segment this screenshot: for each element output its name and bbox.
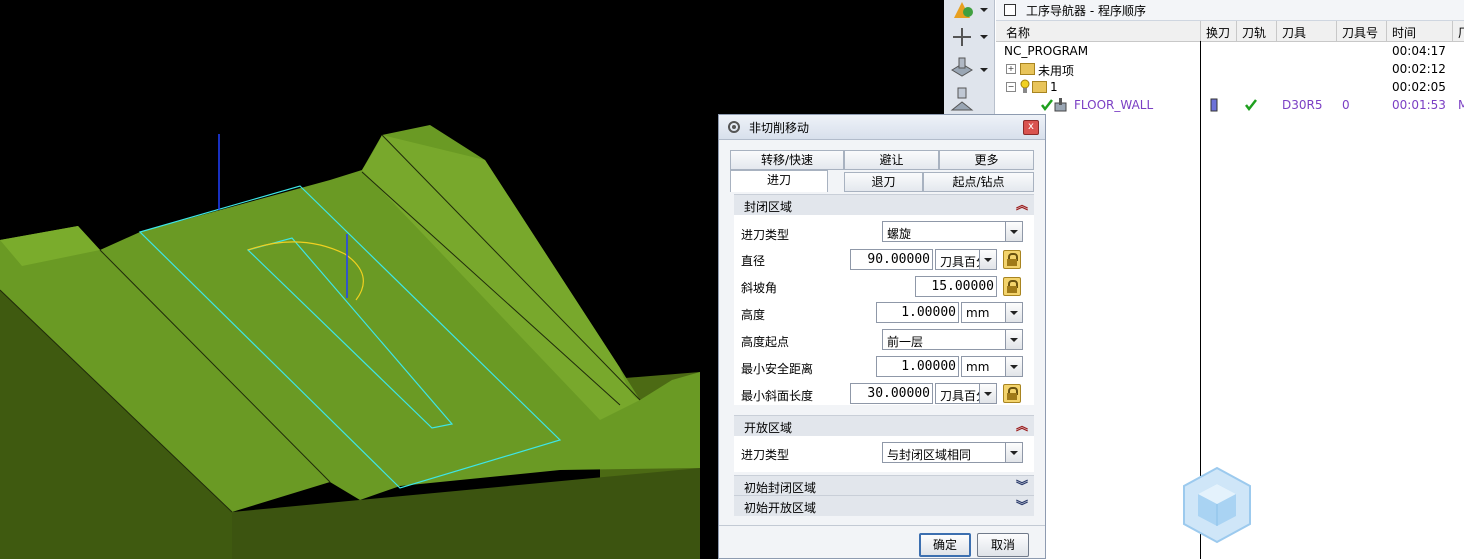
section-initial-open-area[interactable]: 初始开放区域 ︾ [734,495,1034,516]
navigator-titlebar: 工序导航器 - 程序顺序 [996,0,1464,21]
row-name: NC_PROGRAM [1004,44,1089,58]
section-initial-open-label: 初始开放区域 [744,501,817,515]
non-cutting-moves-dialog: 非切削移动 x 转移/快速 避让 更多 退刀 起点/钻点 进刀 封闭区域 ︽ 进… [718,114,1046,559]
lightbulb-icon [1020,79,1030,93]
open-entry-type-select[interactable]: 与封闭区域相同 [882,442,1023,463]
row-tool-number: 0 [1342,98,1350,112]
cancel-button[interactable]: 取消 [977,533,1029,557]
section-closed-area-label: 封闭区域 [744,200,793,214]
navigator-title: 工序导航器 - 程序顺序 [1026,3,1146,18]
col-toolpath[interactable]: 刀轨 [1242,24,1266,41]
row-time: 00:01:53 [1392,98,1446,112]
col-extra[interactable]: 厂 [1458,24,1464,41]
height-input[interactable]: 1.00000 [876,302,959,323]
row-name: FLOOR_WALL [1074,98,1154,112]
section-initial-closed-area[interactable]: 初始封闭区域 ︾ [734,475,1034,496]
expand-icon[interactable]: + [1006,64,1016,74]
add-icon[interactable] [948,26,990,52]
close-button[interactable]: x [1023,120,1039,135]
tree-row-nc-program[interactable]: NC_PROGRAM 00:04:17 [996,42,1464,60]
diameter-label: 直径 [741,254,766,268]
row-tool: D30R5 [1282,98,1323,112]
min-clearance-label: 最小安全距离 [741,362,814,376]
lock-icon[interactable] [1003,277,1021,296]
dialog-titlebar[interactable]: 非切削移动 x [719,115,1045,140]
ramp-angle-label: 斜坡角 [741,281,778,295]
toolpath-ok-icon [1245,99,1257,112]
collapse-icon[interactable]: − [1006,82,1016,92]
row-extra: M [1458,98,1464,112]
dropdown-arrow-icon[interactable] [1005,357,1022,376]
col-tool-number[interactable]: 刀具号 [1342,24,1378,41]
height-unit-select[interactable]: mm [961,302,1023,323]
expand-chevron-icon[interactable]: ︾ [1016,497,1028,514]
tool-change-icon [1210,98,1218,112]
row-name: 1 [1050,80,1058,94]
tab-avoidance[interactable]: 避让 [844,150,939,170]
row-time: 00:02:12 [1392,62,1446,76]
dropdown-arrow-icon[interactable] [1005,443,1022,462]
fixture-icon[interactable] [948,86,990,112]
tab-transfer-rapid[interactable]: 转移/快速 [730,150,844,170]
diameter-unit-select[interactable]: 刀具百分比 [935,249,997,270]
dialog-title: 非切削移动 [749,121,810,135]
diameter-input[interactable]: 90.00000 [850,249,933,270]
open-entry-type-label: 进刀类型 [741,448,790,462]
tree-row-program-1[interactable]: − 1 00:02:05 [996,78,1464,96]
ramp-angle-input[interactable]: 15.00000 [915,276,997,297]
navigator-pin-checkbox[interactable] [1004,4,1016,16]
collapse-chevron-icon[interactable]: ︽ [1016,417,1028,434]
tab-engage[interactable]: 进刀 [730,170,828,192]
dropdown-arrow-icon[interactable] [1005,303,1022,322]
min-clearance-input[interactable]: 1.00000 [876,356,959,377]
col-tool-change[interactable]: 换刀 [1206,24,1230,41]
col-name[interactable]: 名称 [1006,24,1030,41]
entry-type-select[interactable]: 螺旋 [882,221,1023,242]
collapse-chevron-icon[interactable]: ︽ [1016,196,1028,213]
dropdown-arrow-icon[interactable] [1005,222,1022,241]
min-ramp-length-unit-select[interactable]: 刀具百分比 [935,383,997,404]
folder-icon [1020,63,1035,75]
tree-row-floor-wall[interactable]: FLOOR_WALL D30R5 0 00:01:53 M [996,96,1464,114]
expand-chevron-icon[interactable]: ︾ [1016,477,1028,494]
row-time: 00:04:17 [1392,44,1446,58]
section-initial-closed-label: 初始封闭区域 [744,481,817,495]
row-name: 未用项 [1038,64,1075,78]
dropdown-arrow-icon[interactable] [1005,330,1022,349]
machine-tool-icon[interactable] [948,0,990,26]
watermark-logo-icon [1183,466,1251,544]
dropdown-arrow-icon[interactable] [979,250,996,269]
lock-icon[interactable] [1003,250,1021,269]
min-ramp-length-input[interactable]: 30.00000 [850,383,933,404]
entry-type-label: 进刀类型 [741,228,790,242]
section-closed-area[interactable]: 封闭区域 ︽ [734,194,1034,215]
settings-gear-icon [728,121,740,133]
geometry-icon[interactable] [948,56,990,82]
ok-button[interactable]: 确定 [919,533,971,557]
navigator-column-header: 名称 换刀 刀轨 刀具 刀具号 时间 厂 [996,21,1464,42]
col-time[interactable]: 时间 [1392,24,1416,41]
tab-retract[interactable]: 退刀 [844,172,923,192]
section-open-area-label: 开放区域 [744,421,793,435]
section-open-area[interactable]: 开放区域 ︽ [734,415,1034,436]
tree-row-unused[interactable]: + 未用项 00:02:12 [996,60,1464,78]
checkmark-icon [1041,99,1053,112]
tab-start-drill-points[interactable]: 起点/钻点 [923,172,1034,192]
col-tool[interactable]: 刀具 [1282,24,1306,41]
height-label: 高度 [741,308,766,322]
row-time: 00:02:05 [1392,80,1446,94]
height-from-select[interactable]: 前一层 [882,329,1023,350]
folder-icon [1032,81,1047,93]
dropdown-arrow-icon[interactable] [979,384,996,403]
height-from-label: 高度起点 [741,335,790,349]
lock-icon[interactable] [1003,384,1021,403]
min-ramp-length-label: 最小斜面长度 [741,389,814,403]
tab-more[interactable]: 更多 [939,150,1034,170]
operation-icon [1054,98,1067,112]
min-clearance-unit-select[interactable]: mm [961,356,1023,377]
